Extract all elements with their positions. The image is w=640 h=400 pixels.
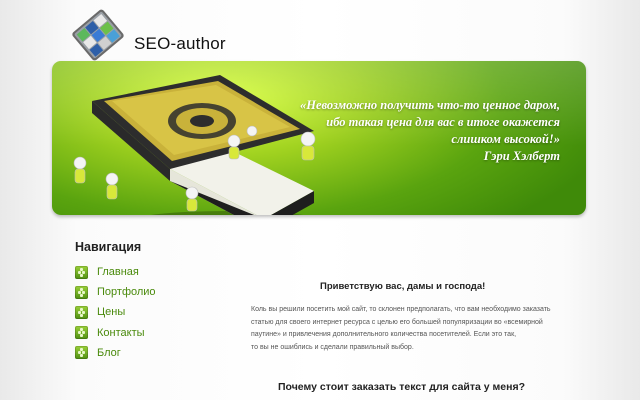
nav-item-home[interactable]: Главная <box>75 262 156 282</box>
nav-item-blog[interactable]: Блог <box>75 343 156 363</box>
quote-line: ибо такая цена для вас в итоге окажется <box>326 115 560 129</box>
quote-line: слишком высокой!» <box>451 132 560 146</box>
navigation-menu: Главная Портфолио Цены Контакты Блог <box>75 262 156 363</box>
hero-banner: «Невозможно получить что-то ценное даром… <box>52 61 586 215</box>
intro-line: паутине» и привлечения дополнительного к… <box>251 331 517 338</box>
quote-author: Гэри Хэлберт <box>483 149 560 163</box>
intro-paragraph: Коль вы решили посетить мой сайт, то скл… <box>251 304 571 354</box>
intro-line: Коль вы решили посетить мой сайт, то скл… <box>251 306 551 313</box>
nav-item-prices[interactable]: Цены <box>75 302 156 322</box>
bullet-icon <box>75 346 88 360</box>
nav-item-contacts[interactable]: Контакты <box>75 323 156 343</box>
why-heading: Почему стоит заказать текст для сайта у … <box>278 381 526 393</box>
site-title[interactable]: SEO-author <box>134 34 226 54</box>
nav-item-portfolio[interactable]: Портфолио <box>75 282 156 302</box>
intro-line: статью для своего интернет ресурса с цел… <box>251 318 543 326</box>
bullet-icon <box>75 326 88 340</box>
bullet-icon <box>75 305 88 319</box>
bullet-icon <box>75 285 88 299</box>
intro-line: то вы не ошиблись и сделали правильный в… <box>251 343 414 351</box>
nav-label[interactable]: Главная <box>97 266 139 278</box>
nav-label[interactable]: Цены <box>97 306 125 318</box>
banner-quote: «Невозможно получить что-то ценное даром… <box>284 97 560 165</box>
bullet-icon <box>75 265 88 279</box>
nav-label[interactable]: Контакты <box>97 327 145 339</box>
greeting-heading: Приветствую вас, дамы и господа! <box>320 281 486 292</box>
navigation-heading: Навигация <box>75 240 142 254</box>
cube-logo-icon[interactable] <box>68 8 128 62</box>
nav-label[interactable]: Портфолио <box>97 286 156 298</box>
quote-line: «Невозможно получить что-то ценное даром… <box>299 98 560 112</box>
nav-label[interactable]: Блог <box>97 347 121 359</box>
